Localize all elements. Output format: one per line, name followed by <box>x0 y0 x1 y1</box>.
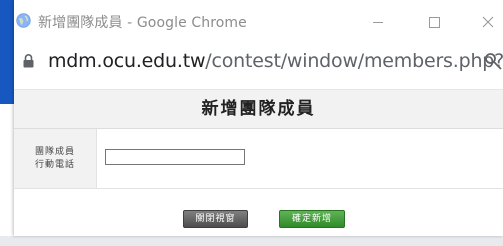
close-window-button[interactable]: 關閉視窗 <box>183 210 248 228</box>
url-path: /contest/window/members.php?... <box>205 50 503 72</box>
minimize-icon <box>373 22 383 23</box>
phone-field-label: 團隊成員 行動電話 <box>14 129 97 188</box>
phone-label-line1: 團隊成員 <box>34 146 75 157</box>
background-page-footer <box>0 236 503 246</box>
confirm-add-button[interactable]: 確定新增 <box>279 210 345 228</box>
address-bar[interactable]: mdm.ocu.edu.tw/contest/window/members.ph… <box>14 43 503 81</box>
minimize-button[interactable] <box>363 8 393 36</box>
phone-label-line2: 行動電話 <box>34 159 75 170</box>
close-button[interactable] <box>473 8 503 36</box>
window-title: 新增團隊成員 - Google Chrome <box>38 15 247 31</box>
address-url[interactable]: mdm.ocu.edu.tw/contest/window/members.ph… <box>48 50 503 72</box>
lock-icon[interactable] <box>22 53 35 69</box>
page-content: 新增團隊成員 團隊成員 行動電話 關閉視窗 確定新增 <box>14 89 503 236</box>
background-page-accent <box>0 0 14 104</box>
key-icon[interactable] <box>484 52 503 71</box>
page-heading: 新增團隊成員 <box>14 89 503 129</box>
window-titlebar[interactable]: 新增團隊成員 - Google Chrome <box>14 0 503 43</box>
maximize-icon <box>429 17 440 28</box>
maximize-button[interactable] <box>419 8 449 36</box>
phone-form-row: 團隊成員 行動電話 <box>14 129 503 189</box>
phone-number-input[interactable] <box>105 149 245 165</box>
close-icon <box>482 16 494 28</box>
globe-icon <box>16 13 31 28</box>
chrome-popup-window: 新增團隊成員 - Google Chrome mdm.ocu.edu.tw/co… <box>14 0 503 236</box>
url-host: mdm.ocu.edu.tw <box>48 50 206 72</box>
